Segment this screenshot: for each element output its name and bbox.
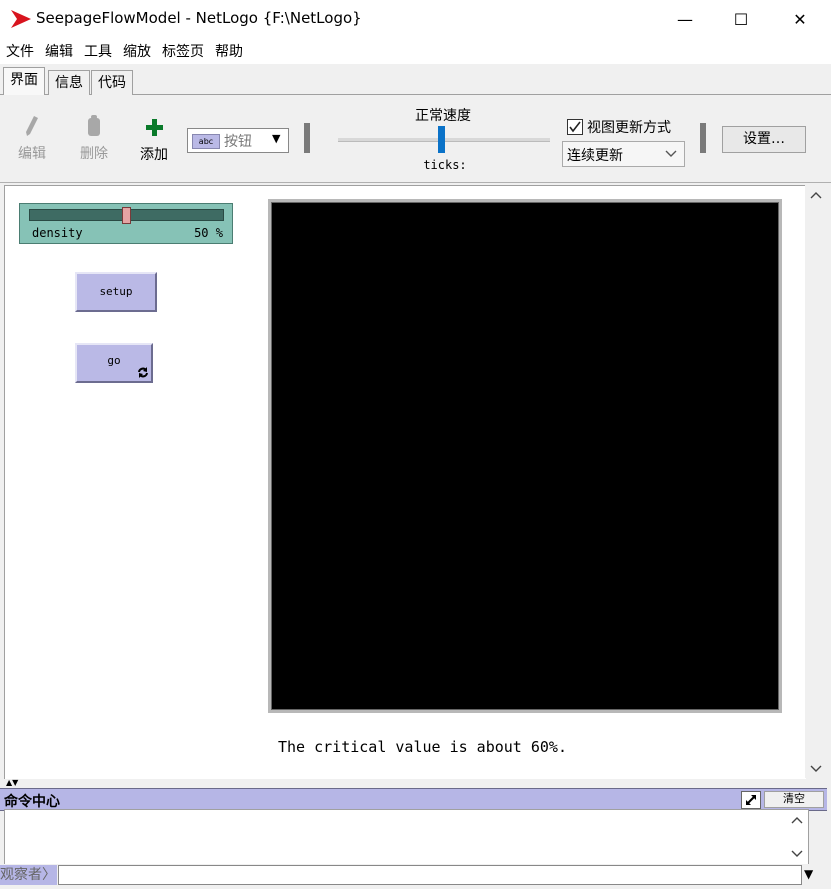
chevron-down-icon — [665, 150, 677, 157]
update-mode-value: 连续更新 — [567, 148, 623, 164]
speed-label: 正常速度 — [415, 108, 471, 124]
go-button[interactable]: go — [75, 343, 153, 383]
trash-icon — [88, 115, 100, 136]
tab-bar: 界面 信息 代码 — [0, 64, 831, 96]
density-slider[interactable]: density 50 % — [19, 203, 233, 244]
slider-value-display: 50 % — [194, 226, 223, 240]
note-text: The critical value is about 60%. — [278, 738, 567, 756]
command-input-row: 观察者〉 ▼ — [0, 864, 827, 886]
pencil-icon — [26, 116, 38, 136]
delete-tool-label: 删除 — [80, 146, 108, 162]
menu-help[interactable]: 帮助 — [209, 38, 248, 61]
widget-type-dropdown[interactable]: abc 按钮 ▼ — [187, 128, 289, 153]
slider-unit: % — [215, 226, 223, 240]
view-update-label: 视图更新方式 — [587, 120, 671, 136]
menu-bar: 文件 编辑 工具 缩放 标签页 帮助 — [0, 38, 831, 64]
command-output[interactable] — [4, 809, 809, 865]
view-update-checkbox[interactable] — [567, 119, 583, 135]
expand-icon[interactable] — [741, 791, 761, 809]
scroll-down-icon[interactable] — [810, 765, 822, 773]
scroll-up-icon[interactable] — [810, 191, 822, 199]
update-mode-dropdown[interactable]: 连续更新 — [562, 141, 685, 167]
menu-tools[interactable]: 工具 — [78, 38, 117, 61]
maximize-icon: ☐ — [733, 9, 749, 29]
workspace-scrollbar[interactable] — [805, 185, 827, 778]
window-title: SeepageFlowModel - NetLogo {F:\NetLogo} — [36, 9, 362, 27]
observer-label: 观察者 — [0, 867, 42, 883]
command-center-header: 命令中心 清空 — [0, 788, 827, 811]
slider-track[interactable] — [29, 207, 224, 224]
close-icon: ✕ — [793, 9, 807, 29]
widget-type-label: 按钮 — [224, 134, 252, 150]
interface-toolbar: 编辑 删除 添加 abc 按钮 ▼ 正常速度 ticks: 视图更新方式 连续更… — [0, 95, 831, 183]
settings-button[interactable]: 设置… — [722, 126, 806, 153]
scroll-up-icon[interactable] — [791, 816, 803, 824]
netlogo-logo-icon — [11, 10, 31, 28]
add-tool-button[interactable]: 添加 — [134, 115, 174, 165]
splitter-toggle[interactable]: ▲▼ — [6, 778, 18, 787]
menu-tabs[interactable]: 标签页 — [156, 38, 209, 61]
maximize-button[interactable]: ☐ — [712, 0, 770, 38]
history-dropdown-icon[interactable]: ▼ — [804, 867, 813, 881]
ticks-label: ticks: — [423, 158, 467, 172]
speed-slider-thumb[interactable] — [438, 126, 445, 153]
edit-tool-label: 编辑 — [18, 146, 46, 162]
delete-tool-button[interactable]: 删除 — [74, 115, 114, 165]
command-input[interactable] — [58, 865, 802, 885]
observer-selector[interactable]: 观察者〉 — [0, 865, 57, 885]
plus-icon — [146, 119, 163, 136]
world-view[interactable] — [268, 199, 782, 713]
menu-file[interactable]: 文件 — [0, 38, 39, 61]
add-tool-label: 添加 — [140, 147, 168, 163]
dropdown-arrow-icon: ▼ — [272, 132, 281, 145]
menu-zoom[interactable]: 缩放 — [117, 38, 156, 61]
slider-variable-name: density — [32, 226, 83, 240]
button-widget-icon: abc — [192, 134, 220, 149]
edit-tool-button[interactable]: 编辑 — [12, 115, 52, 165]
forever-icon — [138, 367, 148, 378]
toolbar-separator — [304, 123, 310, 153]
tab-info[interactable]: 信息 — [48, 70, 90, 95]
close-button[interactable]: ✕ — [771, 0, 829, 38]
minimize-button[interactable]: — — [656, 0, 714, 38]
minimize-icon: — — [677, 9, 693, 29]
toolbar-separator — [700, 123, 706, 153]
checkmark-icon — [569, 121, 581, 133]
clear-button[interactable]: 清空 — [764, 791, 824, 808]
setup-button[interactable]: setup — [75, 272, 157, 312]
tab-interface[interactable]: 界面 — [3, 67, 45, 96]
slider-value: 50 — [194, 226, 209, 240]
go-button-label: go — [107, 354, 121, 367]
interface-workspace: density 50 % setup go The critical value… — [4, 185, 806, 779]
command-center-title: 命令中心 — [4, 794, 60, 810]
tab-code[interactable]: 代码 — [91, 70, 133, 95]
title-bar: SeepageFlowModel - NetLogo {F:\NetLogo} … — [0, 0, 831, 38]
menu-edit[interactable]: 编辑 — [39, 38, 78, 61]
scroll-down-icon[interactable] — [791, 850, 803, 858]
slider-thumb[interactable] — [122, 207, 131, 224]
